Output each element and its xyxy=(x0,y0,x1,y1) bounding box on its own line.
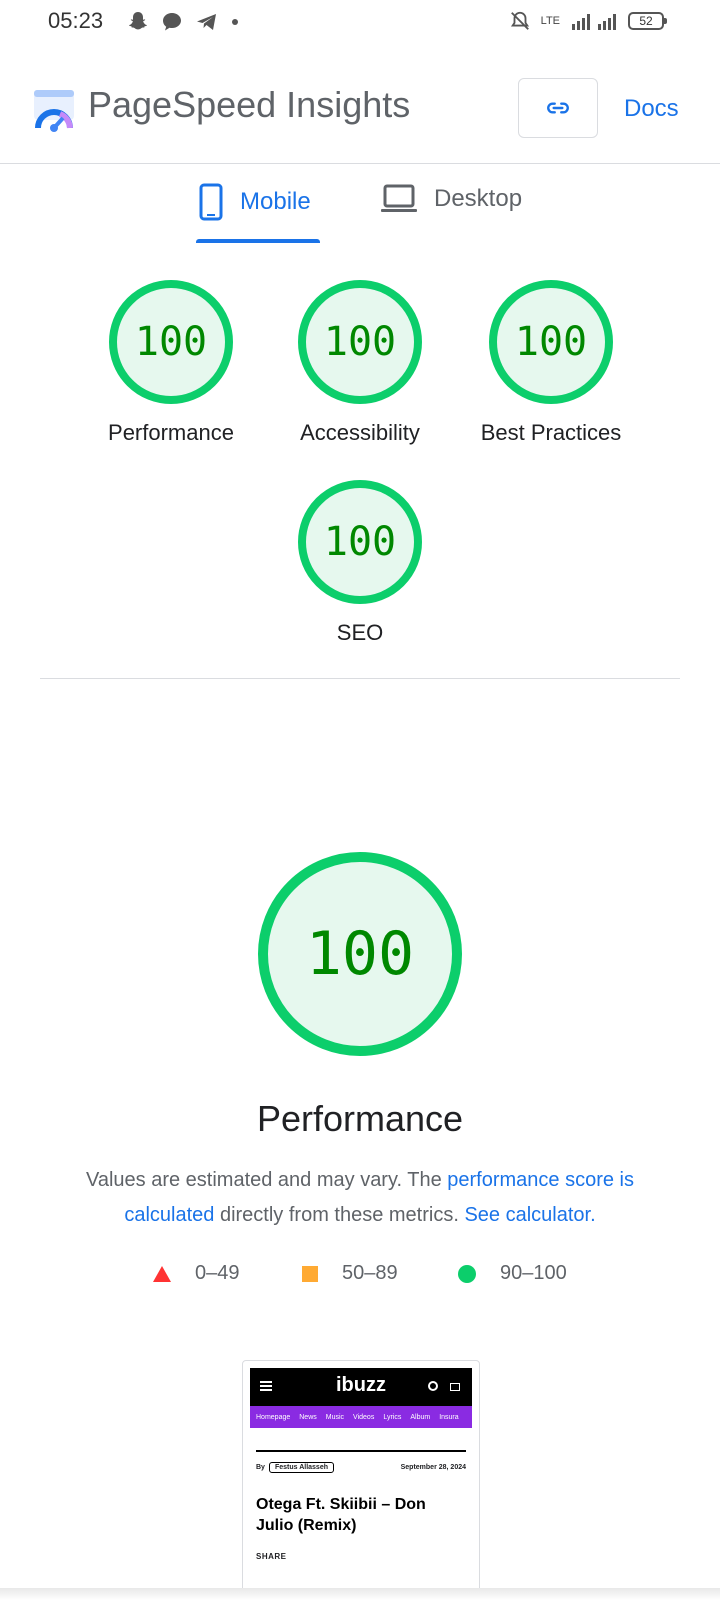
description-text: Values are estimated and may vary. The xyxy=(85,1169,448,1191)
description-text: directly from these metrics. xyxy=(214,1204,465,1226)
system-status-icons: LTE 52 xyxy=(509,10,667,32)
docs-link[interactable]: Docs xyxy=(624,95,679,123)
score-circle: 100 xyxy=(109,280,233,404)
chat-bubble-icon xyxy=(163,13,181,31)
see-calculator-link[interactable]: See calculator. xyxy=(464,1204,595,1226)
active-tab-indicator xyxy=(196,239,320,243)
page-screenshot-thumbnail[interactable]: ibuzz Homepage News Music Videos Lyrics … xyxy=(242,1360,480,1600)
site-nav-item: Album xyxy=(410,1413,431,1421)
score-circle: 100 xyxy=(298,480,422,604)
notification-icons xyxy=(126,10,240,34)
green-circle-icon xyxy=(458,1264,476,1283)
orange-square-icon xyxy=(302,1265,318,1282)
pagespeed-logo-icon xyxy=(34,90,74,132)
legend-range: 90–100 xyxy=(500,1262,567,1284)
thumbnail-date: September 28, 2024 xyxy=(400,1464,466,1471)
theme-toggle-icon xyxy=(450,1383,460,1391)
site-logo: ibuzz xyxy=(336,1374,386,1396)
battery-icon: 52 xyxy=(628,12,667,30)
thumbnail-share-label: SHARE xyxy=(256,1552,287,1561)
score-legend: 0–49 50–89 90–100 xyxy=(0,1262,720,1292)
score-gauge-best-practices[interactable]: 100 Best Practices xyxy=(481,280,621,445)
tab-desktop[interactable]: Desktop xyxy=(380,183,522,215)
section-divider xyxy=(40,678,680,679)
score-gauge-performance[interactable]: 100 Performance xyxy=(108,280,234,445)
score-label: SEO xyxy=(336,620,384,645)
legend-range: 0–49 xyxy=(195,1262,240,1284)
search-icon xyxy=(428,1381,438,1391)
app-title: PageSpeed Insights xyxy=(88,84,411,125)
snapchat-icon xyxy=(129,12,147,30)
performance-description: Values are estimated and may vary. The p… xyxy=(60,1163,660,1233)
thumbnail-site-header: ibuzz xyxy=(250,1368,472,1406)
app-header: PageSpeed Insights Docs xyxy=(0,60,720,164)
tab-mobile-label: Mobile xyxy=(240,188,311,215)
tab-desktop-label: Desktop xyxy=(434,185,523,212)
thumbnail-content: ibuzz Homepage News Music Videos Lyrics … xyxy=(250,1368,472,1599)
legend-item-pass: 90–100 xyxy=(458,1262,567,1285)
site-nav-item: News xyxy=(299,1413,317,1421)
site-nav-item: Videos xyxy=(353,1413,375,1421)
status-time: 05:23 xyxy=(48,8,104,33)
site-nav-item: Music xyxy=(325,1413,345,1421)
site-nav-item: Insura xyxy=(439,1413,459,1421)
red-triangle-icon xyxy=(153,1265,171,1282)
network-type-label: LTE xyxy=(540,15,560,27)
score-circle: 100 xyxy=(489,280,613,404)
link-icon xyxy=(547,102,569,114)
score-value: 100 xyxy=(514,319,588,365)
thumbnail-site-nav: Homepage News Music Videos Lyrics Album … xyxy=(250,1406,472,1428)
score-value: 100 xyxy=(323,519,397,565)
score-gauge-accessibility[interactable]: 100 Accessibility xyxy=(298,280,422,445)
copy-link-button[interactable] xyxy=(518,78,598,138)
site-nav-item: Lyrics xyxy=(383,1413,402,1421)
legend-range: 50–89 xyxy=(342,1262,398,1284)
byline-author: Festus Allasseh xyxy=(268,1462,334,1473)
performance-score-gauge: 100 xyxy=(258,852,462,1056)
thumbnail-byline: By Festus Allasseh xyxy=(256,1462,334,1473)
performance-score-value: 100 xyxy=(305,919,415,989)
thumbnail-headline: Otega Ft. Skiibii – Don Julio (Remix) xyxy=(256,1496,426,1534)
status-bar: 05:23 LTE 52 xyxy=(0,0,720,44)
thumbnail-rule xyxy=(256,1450,466,1452)
byline-prefix: By xyxy=(256,1464,265,1471)
score-circle: 100 xyxy=(298,280,422,404)
score-value: 100 xyxy=(134,319,208,365)
device-tabs: Mobile Desktop xyxy=(0,165,720,247)
score-label: Best Practices xyxy=(480,420,622,445)
signal-strength-icon xyxy=(572,14,616,30)
legend-item-fail: 0–49 xyxy=(153,1262,240,1285)
score-value: 100 xyxy=(323,319,397,365)
site-nav-item: Homepage xyxy=(256,1413,291,1421)
laptop-icon xyxy=(381,184,417,212)
bottom-edge-shadow xyxy=(0,1588,720,1600)
smartphone-icon xyxy=(199,183,223,221)
telegram-icon xyxy=(197,14,216,30)
tab-mobile[interactable]: Mobile xyxy=(198,183,311,221)
muted-bell-icon xyxy=(510,11,529,30)
more-notifications-dot-icon xyxy=(232,19,238,25)
legend-item-average: 50–89 xyxy=(302,1262,398,1285)
performance-title: Performance xyxy=(256,1098,464,1139)
score-gauge-seo[interactable]: 100 SEO xyxy=(298,480,422,645)
